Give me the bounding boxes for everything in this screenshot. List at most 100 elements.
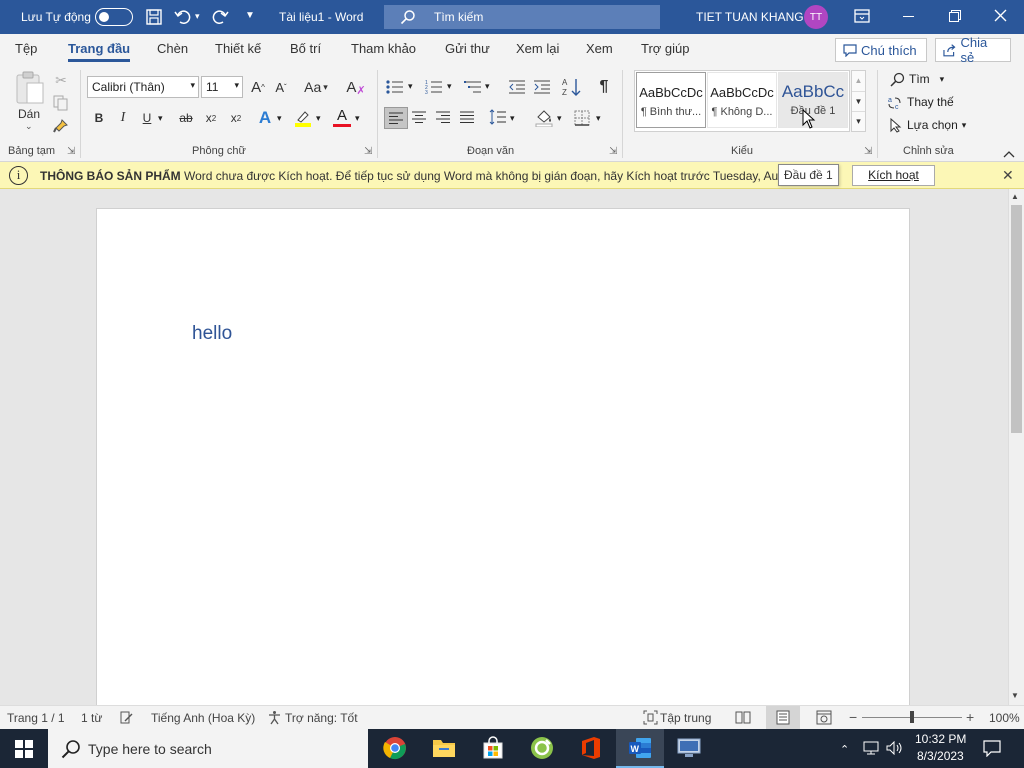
word-count[interactable]: 1 từ <box>81 711 102 725</box>
close-icon[interactable] <box>994 9 1007 25</box>
highlight-icon[interactable] <box>294 109 312 130</box>
replace-button[interactable]: ac Thay thế <box>888 93 954 111</box>
styles-scroll-down-icon[interactable]: ▼ <box>852 91 865 111</box>
avatar[interactable]: TT <box>804 5 828 29</box>
sort-icon[interactable]: AZ <box>562 77 582 100</box>
shading-dropdown-icon[interactable]: ▾ <box>557 113 562 124</box>
style-normal[interactable]: AaBbCcDc ¶ Bình thư... <box>636 72 706 128</box>
restore-icon[interactable] <box>949 10 961 25</box>
clock-time[interactable]: 10:32 PM <box>915 732 966 746</box>
notification-icon[interactable] <box>983 740 1001 760</box>
ribbon-display-icon[interactable] <box>854 9 870 26</box>
tab-design[interactable]: Thiết kế <box>215 41 261 56</box>
undo-dropdown-icon[interactable]: ▾ <box>195 11 200 22</box>
store-icon[interactable] <box>481 736 505 763</box>
collapse-ribbon-icon[interactable] <box>1003 147 1015 161</box>
office-icon[interactable] <box>580 736 602 763</box>
tab-home[interactable]: Trang đầu <box>68 41 131 62</box>
paragraph-launcher-icon[interactable]: ⇲ <box>609 146 617 157</box>
underline-button[interactable]: U <box>138 108 156 128</box>
print-layout-button[interactable] <box>766 706 800 729</box>
format-painter-icon[interactable] <box>53 118 69 137</box>
network-icon[interactable] <box>863 741 879 758</box>
autosave-toggle[interactable] <box>95 8 133 26</box>
green-app-icon[interactable] <box>530 736 554 763</box>
line-spacing-dropdown-icon[interactable]: ▾ <box>510 113 515 124</box>
scroll-thumb[interactable] <box>1011 205 1022 433</box>
comments-button[interactable]: Chú thích <box>835 38 927 62</box>
remote-desktop-icon[interactable] <box>676 736 702 763</box>
align-left-button[interactable] <box>384 107 408 129</box>
read-mode-icon[interactable] <box>735 710 751 728</box>
borders-dropdown-icon[interactable]: ▾ <box>596 113 601 124</box>
justify-icon[interactable] <box>459 110 475 127</box>
minimize-icon[interactable] <box>903 16 914 17</box>
cut-icon[interactable]: ✂ <box>52 71 70 89</box>
multilevel-list-icon[interactable] <box>464 79 482 98</box>
scroll-down-icon[interactable]: ▼ <box>1011 691 1019 700</box>
styles-scroll-up-icon[interactable]: ▲ <box>852 71 865 91</box>
text-effects-icon[interactable]: A <box>256 108 274 128</box>
accessibility-icon[interactable] <box>267 710 282 728</box>
find-button[interactable]: Tìm ▾ <box>890 70 944 88</box>
shrink-font-icon[interactable]: Aˇ <box>271 76 291 98</box>
taskbar-search-box[interactable]: Type here to search <box>48 729 368 768</box>
paste-dropdown-icon[interactable]: ⌄ <box>25 121 33 132</box>
underline-dropdown-icon[interactable]: ▾ <box>158 113 163 124</box>
zoom-in-icon[interactable]: + <box>966 709 974 725</box>
highlight-dropdown-icon[interactable]: ▾ <box>316 113 321 124</box>
paste-icon[interactable] <box>14 70 46 106</box>
zoom-out-icon[interactable]: − <box>849 709 857 725</box>
tab-layout[interactable]: Bố trí <box>290 41 321 56</box>
line-spacing-icon[interactable] <box>489 109 507 128</box>
document-text[interactable]: hello <box>192 323 232 345</box>
font-name-combo[interactable]: Calibri (Thân) ▾ <box>87 76 199 98</box>
user-name[interactable]: TIET TUAN KHANG <box>696 10 804 24</box>
clipboard-launcher-icon[interactable]: ⇲ <box>67 146 75 157</box>
style-no-spacing[interactable]: AaBbCcDc ¶ Không D... <box>707 72 777 128</box>
volume-icon[interactable] <box>886 740 904 758</box>
show-hidden-icons-icon[interactable]: ⌃ <box>840 743 849 756</box>
numbering-icon[interactable]: 123 <box>425 79 443 98</box>
bullets-icon[interactable] <box>386 79 404 98</box>
zoom-slider-thumb[interactable] <box>910 711 914 723</box>
increase-indent-icon[interactable] <box>533 79 551 98</box>
decrease-indent-icon[interactable] <box>508 79 526 98</box>
align-center-icon[interactable] <box>411 110 427 127</box>
change-case-button[interactable]: Aa ▾ <box>301 76 331 98</box>
zoom-level[interactable]: 100% <box>989 711 1020 725</box>
focus-icon[interactable] <box>643 710 658 728</box>
chrome-icon[interactable] <box>383 736 407 763</box>
tab-file[interactable]: Tệp <box>15 41 37 56</box>
accessibility-status[interactable]: Trợ năng: Tốt <box>285 711 358 725</box>
tab-review[interactable]: Xem lại <box>516 41 559 56</box>
shading-icon[interactable] <box>535 109 553 130</box>
search-box[interactable]: Tìm kiếm <box>384 5 660 29</box>
show-formatting-icon[interactable]: ¶ <box>594 76 614 98</box>
focus-label[interactable]: Tập trung <box>660 711 711 725</box>
word-taskbar-button[interactable]: W <box>616 729 664 768</box>
web-layout-icon[interactable] <box>816 710 832 728</box>
numbering-dropdown-icon[interactable]: ▾ <box>447 81 452 92</box>
document-page[interactable]: hello <box>96 208 910 705</box>
clear-formatting-icon[interactable]: A ✗ <box>345 76 367 98</box>
styles-more-icon[interactable]: ▾ <box>852 111 865 131</box>
strikethrough-button[interactable]: ab <box>176 108 196 128</box>
tab-help[interactable]: Trợ giúp <box>641 41 690 56</box>
undo-icon[interactable] <box>174 8 192 29</box>
tab-mailings[interactable]: Gửi thư <box>445 41 490 56</box>
language[interactable]: Tiếng Anh (Hoa Kỳ) <box>151 711 255 725</box>
bullets-dropdown-icon[interactable]: ▾ <box>408 81 413 92</box>
italic-button[interactable]: I <box>114 108 132 128</box>
save-icon[interactable] <box>146 9 162 28</box>
bold-button[interactable]: B <box>90 108 108 128</box>
font-color-dropdown-icon[interactable]: ▾ <box>355 113 360 124</box>
proofing-icon[interactable] <box>119 710 134 728</box>
borders-icon[interactable] <box>574 110 590 129</box>
copy-icon[interactable] <box>53 95 69 114</box>
font-launcher-icon[interactable]: ⇲ <box>364 146 372 157</box>
font-color-icon[interactable]: A <box>333 108 351 128</box>
tab-references[interactable]: Tham khảo <box>351 41 416 56</box>
align-right-icon[interactable] <box>435 110 451 127</box>
scroll-up-icon[interactable]: ▲ <box>1011 192 1019 201</box>
